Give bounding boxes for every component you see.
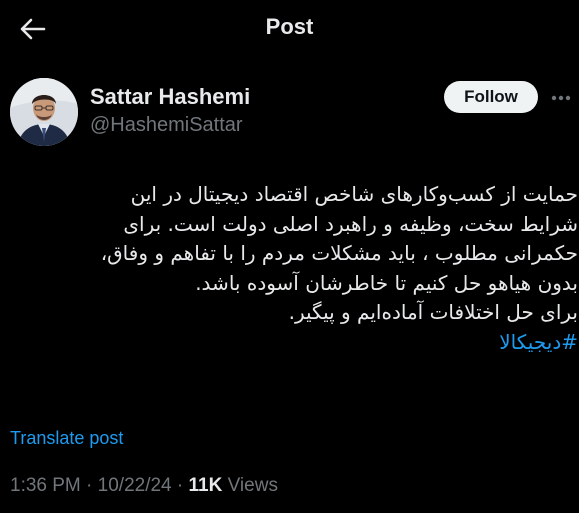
post-date[interactable]: 10/22/24 (98, 475, 172, 496)
separator-dot: · (171, 475, 189, 496)
post-text-line: برای حل اختلافات آماده‌ایم و پیگیر. (288, 300, 578, 324)
author-row: Sattar Hashemi @HashemiSattar Follow (0, 72, 579, 148)
translate-post-link[interactable]: Translate post (10, 428, 123, 449)
views-count: 11K (188, 475, 223, 496)
more-options-button[interactable] (549, 86, 573, 110)
profile-photo (10, 78, 78, 146)
hashtag-link[interactable]: #دیجیکالا (10, 328, 578, 358)
top-bar: Post (0, 0, 579, 58)
post-time[interactable]: 1:36 PM (10, 475, 81, 496)
views-label: Views (222, 475, 278, 496)
post-text-line: حکمرانی مطلوب ، باید مشکلات مردم را با ت… (100, 241, 578, 265)
post-text: حمایت از کسب‌وکارهای شاخص اقتصاد دیجیتال… (10, 180, 578, 357)
post-text-line: بدون هیاهو حل کنیم تا خاطرشان آسوده باشد… (195, 270, 578, 295)
post-text-line: شرایط سخت، وظیفه و راهبرد اصلی دولت است.… (123, 211, 578, 236)
follow-button[interactable]: Follow (444, 81, 538, 113)
avatar[interactable] (10, 78, 78, 146)
more-options-icon (551, 95, 571, 101)
separator-dot: · (80, 475, 98, 496)
post-text-line: حمایت از کسب‌وکارهای شاخص اقتصاد دیجیتال… (130, 182, 578, 206)
author-handle[interactable]: @HashemiSattar (90, 114, 243, 137)
page-title: Post (265, 14, 314, 39)
author-name[interactable]: Sattar Hashemi (90, 84, 250, 110)
post-metadata: 1:36 PM · 10/22/24 · 11K Views (10, 475, 278, 497)
